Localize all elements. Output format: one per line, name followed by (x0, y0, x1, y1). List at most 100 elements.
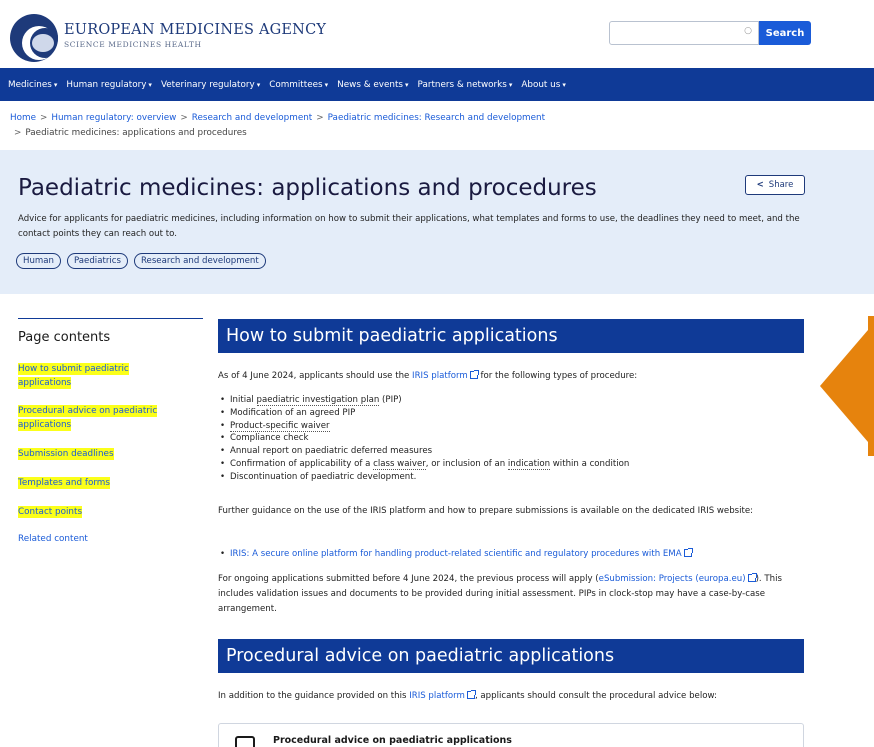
chevron-down-icon: ▾ (508, 80, 513, 89)
text: , or inclusion of an (425, 458, 508, 469)
text: , applicants should consult the procedur… (474, 691, 717, 701)
chevron-down-icon: ▾ (405, 80, 409, 89)
share-label: Share (768, 180, 794, 190)
chevron-down-icon: ▾ (53, 80, 58, 89)
toc-label: Procedural advice on paediatric applicat… (18, 405, 158, 431)
breadcrumb-paediatric-rd[interactable]: Paediatric medicines: Research and devel… (328, 113, 545, 123)
nav-label: Committees (269, 79, 323, 90)
share-button[interactable]: < Share (745, 175, 805, 195)
toc-item-contact-points[interactable]: Contact points (18, 505, 83, 519)
nav-item-news-events[interactable]: News & events ▾ (337, 80, 408, 90)
nav-label: About us (521, 79, 561, 90)
procedure-types-list: Initial paediatric investigation plan (P… (218, 394, 804, 484)
external-link-icon (466, 690, 476, 699)
nav-item-about-us[interactable]: About us ▾ (521, 80, 565, 90)
external-link-icon (469, 370, 479, 379)
main-nav: Medicines ▾ Human regulatory ▾ Veterinary … (0, 68, 874, 101)
search-button[interactable]: Search (759, 21, 811, 45)
section-heading-procedural-advice: Procedural advice on paediatric applicat… (218, 639, 804, 673)
nav-item-veterinary-regulatory[interactable]: Veterinary regulatory ▾ (161, 80, 260, 90)
sidebar-title: Page contents (18, 330, 111, 345)
page-title: Paediatric medicines: applications and p… (18, 175, 597, 201)
chevron-down-icon: ▾ (256, 80, 261, 89)
glossary-term[interactable]: Product-specific waiver (230, 420, 330, 432)
logo-subtitle: SCIENCE MEDICINES HEALTH (64, 40, 202, 49)
text: for the following types of procedure: (477, 371, 638, 381)
bullet: • (220, 549, 226, 559)
toc-item-related-content[interactable]: Related content (18, 532, 88, 546)
glossary-term[interactable]: indication (507, 458, 551, 470)
toc-item-submission-deadlines[interactable]: Submission deadlines (18, 447, 114, 461)
toc-item-templates-forms[interactable]: Templates and forms (18, 476, 110, 490)
glossary-term[interactable]: paediatric investigation plan (256, 395, 380, 406)
nav-item-partners-networks[interactable]: Partners & networks ▾ (418, 80, 513, 90)
breadcrumb-research-development[interactable]: Research and development (192, 113, 313, 123)
list-item: Compliance check (218, 432, 804, 445)
section-heading-how-to-submit: How to submit paediatric applications (218, 319, 804, 353)
external-link-icon (747, 573, 757, 582)
nav-label: News & events (337, 79, 404, 90)
breadcrumb-current: Paediatric medicines: applications and p… (25, 128, 247, 138)
search-clear-icon[interactable]: ○ (744, 26, 752, 36)
section1-intro: As of 4 June 2024, applicants should use… (218, 369, 804, 384)
orange-arrow-icon (820, 316, 874, 456)
card-title: Procedural advice on paediatric applicat… (273, 735, 512, 746)
logo-title[interactable]: EUROPEAN MEDICINES AGENCY (64, 22, 326, 38)
nav-label: Human regulatory (66, 79, 147, 90)
nav-label: Medicines (8, 79, 52, 90)
glossary-term[interactable]: class waiver (373, 458, 426, 470)
text: For ongoing applications submitted befor… (218, 574, 599, 584)
esubmission-link[interactable]: eSubmission: Projects (europa.eu) (599, 574, 746, 584)
orange-arrow-body (868, 316, 874, 456)
breadcrumb: Home > Human regulatory: overview > Research… (10, 111, 810, 141)
breadcrumb-home[interactable]: Home (10, 113, 36, 123)
tag-human[interactable]: Human (16, 253, 61, 269)
text: Initial (230, 395, 257, 405)
text: Confirmation of applicability of a (230, 458, 374, 469)
iris-website-link-item: • IRIS: A secure online platform for hand… (218, 547, 804, 562)
section1-ongoing: For ongoing applications submitted befor… (218, 572, 804, 617)
iris-website-link[interactable]: IRIS: A secure online platform for handl… (230, 549, 682, 559)
share-icon: < (756, 180, 764, 190)
nav-item-committees[interactable]: Committees ▾ (269, 80, 328, 90)
sidebar-divider (18, 318, 203, 319)
tag-paediatrics[interactable]: Paediatrics (67, 253, 128, 269)
ema-logo-icon[interactable] (10, 14, 58, 62)
search-input[interactable]: ○ (609, 21, 759, 45)
nav-item-human-regulatory[interactable]: Human regulatory ▾ (66, 80, 152, 90)
toc-label: Contact points (18, 506, 83, 518)
nav-label: Veterinary regulatory (160, 79, 255, 90)
toc-item-how-to-submit[interactable]: How to submit paediatric applications (18, 362, 158, 390)
iris-platform-link[interactable]: IRIS platform (412, 371, 468, 381)
tag-research-development[interactable]: Research and development (133, 253, 266, 269)
list-item: Confirmation of applicability of a class… (218, 458, 804, 471)
chevron-down-icon: ▾ (562, 80, 566, 89)
site-header: EUROPEAN MEDICINES AGENCY SCIENCE MEDICI… (0, 0, 874, 68)
text: within a condition (550, 458, 630, 469)
list-item: Annual report on paediatric deferred mea… (218, 445, 804, 458)
breadcrumb-separator: > (14, 128, 22, 138)
text: (PIP) (379, 395, 402, 405)
list-item: Product-specific waiver (218, 420, 804, 433)
list-item: Discontinuation of paediatric developmen… (218, 471, 804, 484)
breadcrumb-separator: > (180, 113, 188, 123)
nav-item-medicines[interactable]: Medicines ▾ (8, 80, 57, 90)
breadcrumb-separator: > (316, 113, 324, 123)
toc-label: Submission deadlines (18, 448, 114, 460)
chevron-down-icon: ▾ (324, 80, 329, 89)
page-description: Advice for applicants for paediatric med… (18, 214, 800, 239)
breadcrumb-separator: > (39, 113, 48, 123)
toc-item-procedural-advice[interactable]: Procedural advice on paediatric applicat… (18, 404, 183, 432)
external-link-icon (683, 548, 693, 557)
breadcrumb-human-regulatory[interactable]: Human regulatory: overview (51, 113, 176, 123)
toc-label: How to submit paediatric applications (18, 363, 129, 389)
page-hero: Paediatric medicines: applications and p… (0, 150, 874, 294)
toc-label: Templates and forms (18, 477, 110, 489)
iris-platform-link[interactable]: IRIS platform (409, 691, 465, 701)
list-item: Modification of an agreed PIP (218, 407, 804, 420)
section2-intro: In addition to the guidance provided on … (218, 689, 804, 704)
procedural-advice-card[interactable]: Procedural advice on paediatric applicat… (218, 723, 804, 747)
document-icon (235, 736, 255, 747)
list-item: Initial paediatric investigation plan (P… (218, 394, 804, 407)
text: In addition to the guidance provided on … (218, 691, 410, 701)
